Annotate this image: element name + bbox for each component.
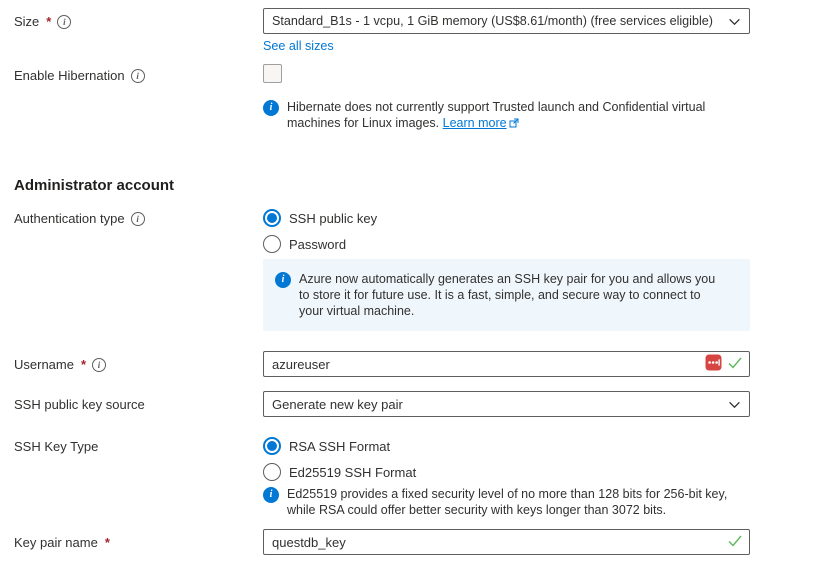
- radio-button[interactable]: [263, 463, 281, 481]
- valid-check-icon: [728, 535, 742, 550]
- key-source-label: SSH public key source: [14, 397, 145, 412]
- radio-button[interactable]: [263, 235, 281, 253]
- key-type-note-text: Ed25519 provides a fixed security level …: [287, 486, 739, 518]
- chevron-down-icon: [728, 398, 741, 411]
- radio-label: Password: [289, 237, 346, 252]
- radio-label: Ed25519 SSH Format: [289, 465, 416, 480]
- key-type-note: i Ed25519 provides a fixed security leve…: [263, 486, 750, 518]
- admin-account-section-title: Administrator account: [14, 177, 833, 194]
- info-icon: i: [263, 100, 279, 116]
- hibernation-note-row: i Hibernate does not currently support T…: [14, 99, 833, 132]
- radio-label: RSA SSH Format: [289, 439, 390, 454]
- info-tooltip-icon[interactable]: i: [57, 15, 71, 29]
- auth-type-radio-group: SSH public key Password: [263, 205, 750, 254]
- required-marker: *: [45, 14, 51, 29]
- hibernation-note: i Hibernate does not currently support T…: [263, 99, 750, 132]
- hibernation-label: Enable Hibernation: [14, 68, 125, 83]
- size-label: Size: [14, 14, 39, 29]
- ssh-infobox-row: i Azure now automatically generates an S…: [14, 259, 833, 331]
- info-tooltip-icon[interactable]: i: [92, 358, 106, 372]
- chevron-down-icon: [728, 15, 741, 28]
- key-source-label-cell: SSH public key source: [14, 391, 263, 412]
- key-type-row: SSH Key Type RSA SSH Format Ed25519 SSH …: [14, 433, 833, 482]
- key-pair-name-label: Key pair name: [14, 535, 98, 550]
- key-pair-name-input[interactable]: [263, 529, 750, 555]
- learn-more-link[interactable]: Learn more: [443, 116, 507, 130]
- auth-type-label-cell: Authentication type i: [14, 205, 263, 226]
- key-type-label-cell: SSH Key Type: [14, 433, 263, 454]
- info-tooltip-icon[interactable]: i: [131, 69, 145, 83]
- hibernation-row: Enable Hibernation i: [14, 62, 833, 83]
- password-manager-icon[interactable]: [705, 354, 722, 374]
- username-input[interactable]: [263, 351, 750, 377]
- required-marker: *: [104, 535, 110, 550]
- see-all-sizes-link[interactable]: See all sizes: [263, 39, 334, 53]
- key-pair-name-row: Key pair name *: [14, 529, 833, 555]
- key-type-note-row: i Ed25519 provides a fixed security leve…: [14, 486, 833, 518]
- radio-ed25519-ssh-format[interactable]: Ed25519 SSH Format: [263, 462, 750, 482]
- external-link-icon: [509, 116, 519, 132]
- size-row: Size * i Standard_B1s - 1 vcpu, 1 GiB mem…: [14, 8, 833, 53]
- ssh-infobox-text: Azure now automatically generates an SSH…: [299, 271, 722, 319]
- auth-type-label: Authentication type: [14, 211, 125, 226]
- size-select[interactable]: Standard_B1s - 1 vcpu, 1 GiB memory (US$…: [263, 8, 750, 34]
- radio-password[interactable]: Password: [263, 234, 750, 254]
- required-marker: *: [80, 357, 86, 372]
- hibernation-checkbox[interactable]: [263, 64, 282, 83]
- auth-type-row: Authentication type i SSH public key Pas…: [14, 205, 833, 254]
- size-select-value: Standard_B1s - 1 vcpu, 1 GiB memory (US$…: [272, 14, 713, 28]
- hibernation-label-cell: Enable Hibernation i: [14, 62, 263, 83]
- username-row: Username * i: [14, 351, 833, 377]
- key-source-select[interactable]: Generate new key pair: [263, 391, 750, 417]
- key-source-select-value: Generate new key pair: [272, 397, 403, 412]
- size-label-cell: Size * i: [14, 8, 263, 29]
- info-icon: i: [263, 487, 279, 503]
- info-tooltip-icon[interactable]: i: [131, 212, 145, 226]
- info-icon: i: [275, 272, 291, 288]
- valid-check-icon: [728, 357, 742, 372]
- vm-create-form: Size * i Standard_B1s - 1 vcpu, 1 GiB mem…: [0, 0, 833, 555]
- key-type-radio-group: RSA SSH Format Ed25519 SSH Format: [263, 433, 750, 482]
- username-label-cell: Username * i: [14, 351, 263, 372]
- key-source-row: SSH public key source Generate new key p…: [14, 391, 833, 417]
- radio-ssh-public-key[interactable]: SSH public key: [263, 208, 750, 228]
- key-pair-name-label-cell: Key pair name *: [14, 529, 263, 550]
- radio-rsa-ssh-format[interactable]: RSA SSH Format: [263, 436, 750, 456]
- radio-label: SSH public key: [289, 211, 377, 226]
- key-type-label: SSH Key Type: [14, 439, 98, 454]
- ssh-infobox: i Azure now automatically generates an S…: [263, 259, 750, 331]
- radio-button-selected[interactable]: [263, 437, 281, 455]
- username-label: Username: [14, 357, 74, 372]
- radio-button-selected[interactable]: [263, 209, 281, 227]
